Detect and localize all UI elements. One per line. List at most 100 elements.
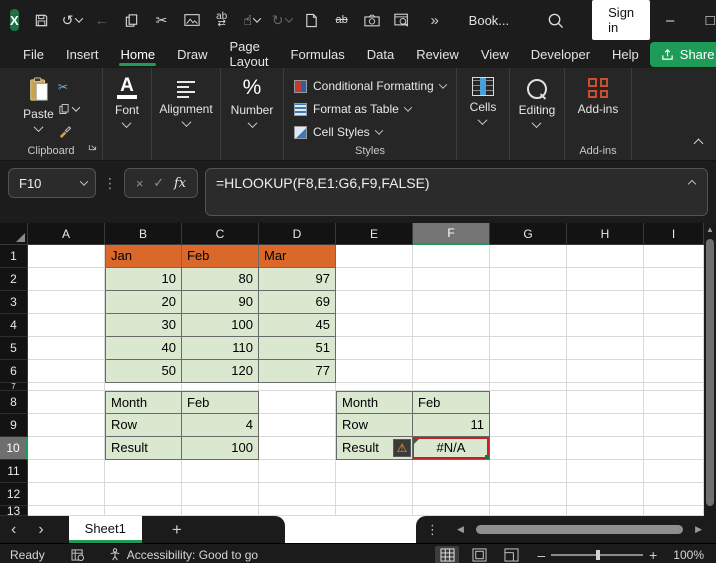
back-button[interactable]: ← — [90, 7, 114, 33]
row-header-6[interactable]: 6 — [0, 360, 28, 383]
cut-button[interactable]: ✂ — [150, 7, 174, 33]
formula-input[interactable]: =HLOOKUP(F8,E1:G6,F9,FALSE) — [205, 168, 708, 216]
paste-picture-button[interactable] — [180, 7, 204, 33]
cell-I10[interactable] — [644, 437, 704, 460]
cell-B11[interactable] — [105, 460, 182, 483]
column-header-H[interactable]: H — [567, 223, 644, 245]
cell-F6[interactable] — [413, 360, 490, 383]
copy-button-ribbon[interactable] — [58, 100, 81, 118]
cell-E4[interactable] — [336, 314, 413, 337]
cell-F7[interactable] — [413, 383, 490, 391]
editing-button[interactable]: Editing — [519, 68, 555, 160]
cell-D13[interactable] — [259, 506, 336, 516]
row-header-7[interactable]: 7 — [0, 382, 28, 391]
tab-formulas[interactable]: Formulas — [280, 40, 356, 68]
cell-D12[interactable] — [259, 483, 336, 506]
tab-insert[interactable]: Insert — [55, 40, 110, 68]
cell-E13[interactable] — [336, 506, 413, 516]
cell-D10[interactable] — [259, 437, 336, 460]
fill-handle[interactable] — [485, 455, 489, 459]
qat-overflow-button[interactable]: » — [423, 7, 447, 33]
add-sheet-button[interactable]: + — [172, 520, 182, 540]
cell-E5[interactable] — [336, 337, 413, 360]
strikethrough-button[interactable]: ab — [330, 7, 354, 33]
cell-D3[interactable]: 69 — [259, 291, 336, 314]
cell-H8[interactable] — [567, 391, 644, 414]
cell-E1[interactable] — [336, 245, 413, 268]
cell-G4[interactable] — [490, 314, 567, 337]
cell-G8[interactable] — [490, 391, 567, 414]
cell-C3[interactable]: 90 — [182, 291, 259, 314]
name-box[interactable]: F10 — [8, 168, 96, 198]
column-header-G[interactable]: G — [490, 223, 567, 245]
next-sheet-button[interactable]: › — [27, 521, 54, 539]
horizontal-scrollbar-thumb[interactable] — [475, 525, 684, 534]
accessibility-status-button[interactable]: Accessibility: Good to go — [109, 548, 258, 562]
cell-I11[interactable] — [644, 460, 704, 483]
select-all-corner[interactable] — [0, 223, 28, 245]
cell-C4[interactable]: 100 — [182, 314, 259, 337]
cell-A11[interactable] — [28, 460, 105, 483]
cell-D7[interactable] — [259, 383, 336, 391]
enter-button[interactable]: ✓ — [153, 175, 164, 191]
column-header-D[interactable]: D — [259, 223, 336, 245]
cell-A7[interactable] — [28, 383, 105, 391]
cell-D1[interactable]: Mar — [259, 245, 336, 268]
lookup-button[interactable] — [390, 7, 414, 33]
cell-E9[interactable]: Row — [336, 414, 413, 437]
cell-C5[interactable]: 110 — [182, 337, 259, 360]
error-options-button[interactable]: ⚠ — [393, 439, 411, 457]
cell-A9[interactable] — [28, 414, 105, 437]
cell-H7[interactable] — [567, 383, 644, 391]
cell-A8[interactable] — [28, 391, 105, 414]
touch-mouse-mode-button[interactable]: ☝ — [240, 7, 264, 33]
row-header-11[interactable]: 11 — [0, 460, 28, 483]
cell-G10[interactable] — [490, 437, 567, 460]
tab-data[interactable]: Data — [356, 40, 405, 68]
format-painter-button[interactable] — [58, 122, 79, 140]
find-replace-button[interactable]: ab ⇄ — [210, 7, 234, 33]
cell-E8[interactable]: Month — [336, 391, 413, 414]
cell-D11[interactable] — [259, 460, 336, 483]
cell-B8[interactable]: Month — [105, 391, 182, 414]
cell-D9[interactable] — [259, 414, 336, 437]
cell-A1[interactable] — [28, 245, 105, 268]
cell-F2[interactable] — [413, 268, 490, 291]
cell-B7[interactable] — [105, 383, 182, 391]
insert-function-button[interactable]: fx — [174, 176, 186, 191]
cell-C8[interactable]: Feb — [182, 391, 259, 414]
cell-H6[interactable] — [567, 360, 644, 383]
vertical-scrollbar-thumb[interactable] — [706, 239, 714, 506]
cell-styles-button[interactable]: Cell Styles — [284, 122, 456, 142]
macro-record-button[interactable] — [71, 548, 85, 561]
cell-H12[interactable] — [567, 483, 644, 506]
tab-view[interactable]: View — [470, 40, 520, 68]
cell-E12[interactable] — [336, 483, 413, 506]
cell-C13[interactable] — [182, 506, 259, 516]
row-header-2[interactable]: 2 — [0, 268, 28, 291]
cell-A13[interactable] — [28, 506, 105, 516]
cell-G3[interactable] — [490, 291, 567, 314]
cell-A12[interactable] — [28, 483, 105, 506]
cell-G2[interactable] — [490, 268, 567, 291]
row-header-5[interactable]: 5 — [0, 337, 28, 360]
previous-sheet-button[interactable]: ‹ — [0, 521, 27, 539]
cell-A6[interactable] — [28, 360, 105, 383]
redo-button[interactable]: ↻ — [270, 7, 294, 33]
cell-I2[interactable] — [644, 268, 704, 291]
zoom-slider-thumb[interactable] — [596, 549, 601, 560]
cell-H3[interactable] — [567, 291, 644, 314]
row-header-8[interactable]: 8 — [0, 391, 28, 414]
sign-in-button[interactable]: Sign in — [592, 0, 651, 40]
vertical-scrollbar[interactable]: ▲ — [704, 223, 716, 516]
cell-H5[interactable] — [567, 337, 644, 360]
font-button[interactable]: A Font — [115, 68, 139, 160]
cell-E3[interactable] — [336, 291, 413, 314]
cell-A3[interactable] — [28, 291, 105, 314]
cell-I7[interactable] — [644, 383, 704, 391]
page-break-preview-button[interactable] — [499, 546, 523, 563]
cell-H11[interactable] — [567, 460, 644, 483]
collapse-ribbon-button[interactable] — [693, 134, 704, 152]
cell-G7[interactable] — [490, 383, 567, 391]
cell-A10[interactable] — [28, 437, 105, 460]
